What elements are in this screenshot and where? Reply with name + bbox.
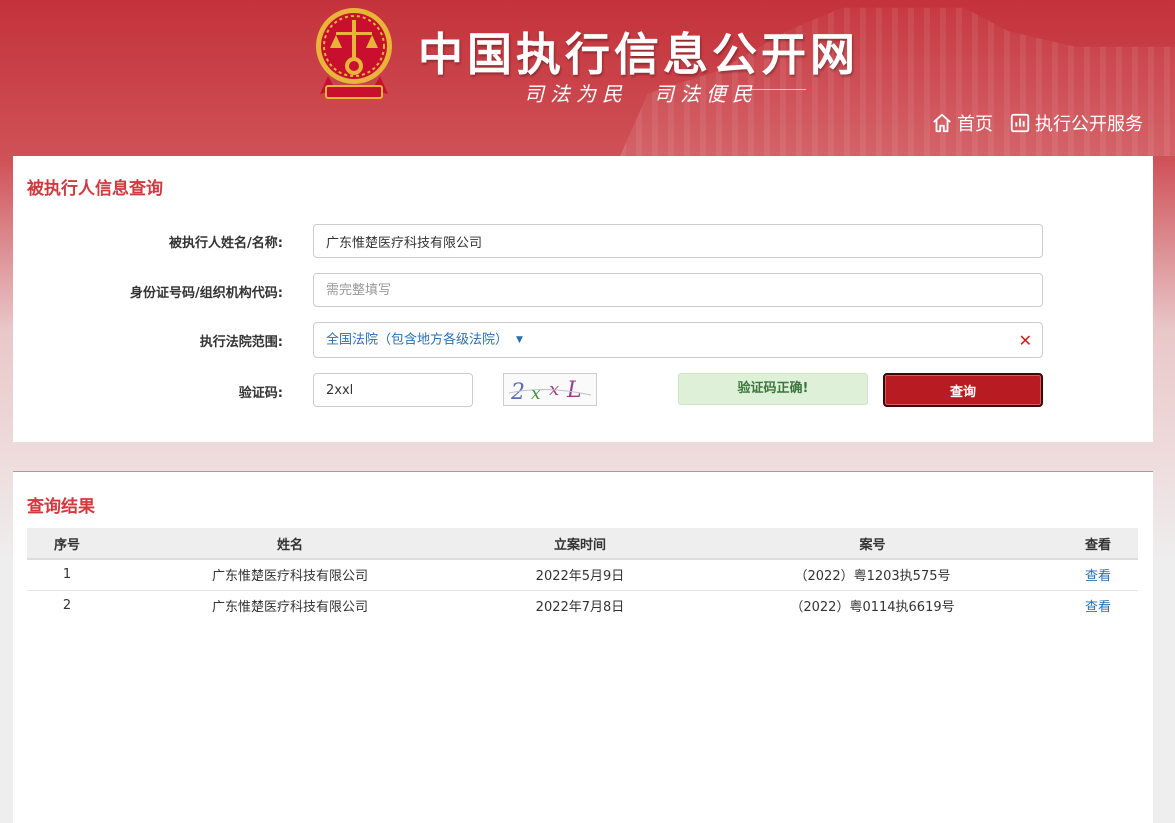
caret-down-icon: ▼ — [516, 335, 523, 345]
id-label: 身份证号码/组织机构代码: — [130, 286, 283, 301]
name-label: 被执行人姓名/名称: — [169, 236, 283, 251]
captcha-image-graphic: 2 x x L — [508, 378, 592, 405]
id-input[interactable] — [313, 273, 1043, 307]
chart-icon — [1010, 113, 1030, 133]
captcha-label: 验证码: — [238, 386, 283, 401]
table-row: 1 广东惟楚医疗科技有限公司 2022年5月9日 （2022）粤1203执575… — [27, 559, 1138, 591]
site-title: 中国执行信息公开网 — [418, 28, 860, 81]
nav-execution-services-label: 执行公开服务 — [1035, 114, 1143, 135]
home-icon — [933, 113, 951, 133]
slogan-divider — [746, 89, 806, 90]
top-nav: 首页 执行公开服务 — [931, 110, 1143, 136]
table-row: 2 广东惟楚医疗科技有限公司 2022年7月8日 （2022）粤0114执661… — [27, 590, 1138, 621]
search-panel-title: 被执行人信息查询 — [27, 179, 163, 199]
row-date: 2022年7月8日 — [535, 600, 625, 616]
row-name: 广东惟楚医疗科技有限公司 — [211, 600, 368, 616]
svg-text:L: L — [566, 378, 582, 403]
svg-text:x: x — [531, 384, 541, 404]
search-button[interactable]: 查询 — [883, 373, 1043, 407]
court-label: 执行法院范围: — [199, 335, 283, 350]
nav-execution-services[interactable]: 执行公开服务 — [1009, 110, 1143, 136]
court-select[interactable]: 全国法院（包含地方各级法院） ▼ ✕ — [313, 322, 1043, 358]
search-panel: 被执行人信息查询 被执行人姓名/名称: 身份证号码/组织机构代码: 执行法院范围… — [13, 156, 1153, 442]
view-link[interactable]: 查看 — [1085, 600, 1111, 615]
row-index: 1 — [27, 559, 107, 591]
court-emblem-icon — [316, 8, 392, 99]
column-header-case-no: 案号 — [687, 528, 1058, 560]
name-input[interactable] — [313, 224, 1043, 258]
clear-icon[interactable]: ✕ — [1019, 323, 1032, 359]
column-header-view: 查看 — [1058, 528, 1138, 560]
column-header-name: 姓名 — [107, 528, 473, 560]
site-header: 中国执行信息公开网 司法为民 司法便民 首页 执行公开服务 — [0, 0, 1175, 156]
column-header-date: 立案时间 — [473, 528, 687, 560]
results-panel: 查询结果 序号 姓名 立案时间 案号 查看 1 广东惟楚医疗科技有限公司 202… — [13, 471, 1153, 823]
column-header-index: 序号 — [27, 528, 107, 560]
row-index: 2 — [62, 598, 72, 614]
row-date: 2022年5月9日 — [473, 559, 687, 591]
site-slogan: 司法为民 司法便民 — [524, 82, 758, 106]
results-panel-title: 查询结果 — [27, 497, 95, 517]
captcha-status: 验证码正确! — [678, 373, 868, 405]
captcha-input[interactable] — [313, 373, 473, 407]
row-name: 广东惟楚医疗科技有限公司 — [107, 559, 473, 591]
nav-home-label: 首页 — [957, 114, 993, 135]
nav-home[interactable]: 首页 — [931, 110, 993, 136]
table-header-row: 序号 姓名 立案时间 案号 查看 — [27, 528, 1138, 560]
row-case-no: （2022）粤1203执575号 — [687, 559, 1058, 591]
view-link[interactable]: 查看 — [1085, 569, 1111, 584]
results-table: 序号 姓名 立案时间 案号 查看 1 广东惟楚医疗科技有限公司 2022年5月9… — [27, 528, 1138, 621]
captcha-image[interactable]: 2 x x L — [503, 373, 597, 406]
court-select-value: 全国法院（包含地方各级法院） — [326, 332, 509, 348]
row-case-no: （2022）粤0114执6619号 — [790, 600, 955, 616]
